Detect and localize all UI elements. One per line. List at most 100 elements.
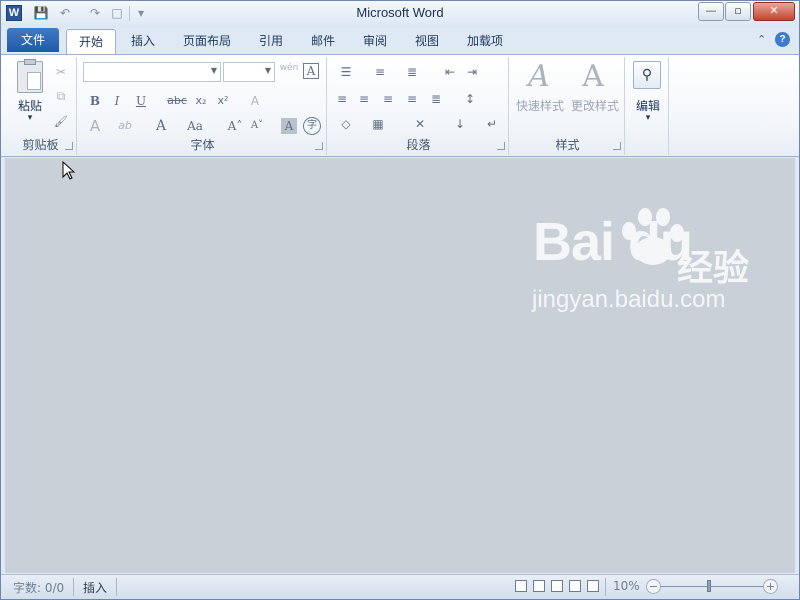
outline-view-icon[interactable]	[569, 580, 581, 592]
chevron-down-icon: ▼	[210, 66, 217, 75]
tab-home[interactable]: 开始	[66, 29, 116, 55]
tab-page-layout[interactable]: 页面布局	[175, 29, 239, 53]
watermark-logo-cn: 经验	[677, 248, 750, 289]
tab-mailings[interactable]: 邮件	[301, 29, 345, 53]
copy-icon[interactable]: ⧉	[53, 87, 69, 105]
zoom-level[interactable]: 10%	[613, 579, 640, 593]
minimize-ribbon-icon[interactable]: ⌃	[757, 33, 766, 46]
window-title: Microsoft Word	[356, 5, 444, 20]
quick-styles-button[interactable]: 快速样式	[513, 97, 567, 114]
character-shading-icon[interactable]: A	[281, 118, 297, 134]
grow-font-icon[interactable]: A˄	[225, 117, 245, 135]
increase-indent-icon[interactable]: ⇥	[463, 63, 481, 81]
strikethrough-button[interactable]: abc	[165, 92, 189, 110]
align-right-icon[interactable]: ≡	[379, 90, 397, 108]
chevron-down-icon: ▼	[264, 66, 271, 75]
zoom-slider[interactable]	[661, 586, 767, 587]
tab-insert[interactable]: 插入	[121, 29, 165, 53]
tab-view[interactable]: 视图	[405, 29, 449, 53]
word-window: W 💾 ↶ ↷ □ ▾ Microsoft Word — ▫ ✕ 文件 开始 插…	[0, 0, 800, 600]
line-spacing-icon[interactable]: ↕	[459, 90, 481, 108]
change-case-icon[interactable]: Aa	[183, 117, 207, 135]
group-clipboard: 粘贴 ▾ ✂ ⧉ 🖌 剪贴板	[5, 57, 77, 155]
change-styles-button[interactable]: 更改样式	[567, 97, 623, 114]
styles-group-label: 样式	[555, 138, 580, 152]
print-layout-view-icon[interactable]	[515, 580, 527, 592]
restore-button[interactable]: ▫	[725, 2, 751, 21]
web-layout-view-icon[interactable]	[551, 580, 563, 592]
clear-formatting-icon[interactable]: A	[245, 92, 265, 110]
font-color-icon[interactable]: A	[151, 117, 171, 135]
styles-dialog-launcher[interactable]	[613, 142, 621, 150]
font-dialog-launcher[interactable]	[315, 142, 323, 150]
highlight-color-icon[interactable]: ab	[115, 117, 135, 135]
sort-icon[interactable]: ↓	[451, 115, 469, 133]
zoom-out-button[interactable]: −	[646, 579, 661, 594]
close-button[interactable]: ✕	[753, 2, 795, 21]
group-styles: A 快速样式 A 更改样式 样式	[511, 57, 625, 155]
change-styles-icon[interactable]: A	[577, 59, 609, 94]
decrease-indent-icon[interactable]: ⇤	[441, 63, 459, 81]
tab-review[interactable]: 审阅	[353, 29, 397, 53]
status-separator	[116, 578, 117, 596]
numbering-icon[interactable]: ≡	[369, 63, 391, 81]
group-font: ▼ ▼ wén A B I U abc x₂ x² A A ab A Aa A˄…	[79, 57, 327, 155]
font-group-label: 字体	[190, 138, 215, 152]
justify-icon[interactable]: ≡	[403, 90, 421, 108]
tab-addins[interactable]: 加载项	[459, 29, 511, 53]
word-count[interactable]: 字数: 0/0	[13, 579, 64, 596]
subscript-button[interactable]: x₂	[191, 92, 211, 110]
quick-styles-icon[interactable]: A	[523, 59, 555, 94]
group-paragraph: ☰ ≡ ≣ ⇤ ⇥ ≡ ≡ ≡ ≡ ≣ ↕ ◇ ▦ ✕ ↓ ↵ 段落	[329, 57, 509, 155]
insert-mode[interactable]: 插入	[83, 579, 107, 596]
font-size-combobox[interactable]: ▼	[223, 62, 275, 82]
minimize-button[interactable]: —	[698, 2, 724, 21]
shading-icon[interactable]: ◇	[335, 115, 357, 133]
title-bar: W 💾 ↶ ↷ □ ▾ Microsoft Word — ▫ ✕	[1, 1, 799, 27]
editing-dropdown-arrow[interactable]: ▾	[629, 113, 667, 123]
ribbon-tabs: 文件 开始 插入 页面布局 引用 邮件 审阅 视图 加载项 ⌃ ?	[1, 27, 799, 55]
shrink-font-icon[interactable]: A˅	[247, 117, 267, 135]
align-center-icon[interactable]: ≡	[355, 90, 373, 108]
multilevel-list-icon[interactable]: ≣	[401, 63, 423, 81]
mouse-pointer-icon	[62, 161, 76, 180]
paste-icon[interactable]	[17, 59, 43, 93]
editing-button[interactable]: 编辑	[629, 97, 667, 114]
full-screen-reading-view-icon[interactable]	[533, 580, 545, 592]
italic-button[interactable]: I	[109, 92, 125, 110]
enclose-characters-icon[interactable]: 字	[303, 117, 321, 135]
zoom-in-button[interactable]: +	[763, 579, 778, 594]
draft-view-icon[interactable]	[587, 580, 599, 592]
binoculars-icon[interactable]: ⚲	[633, 61, 661, 89]
clipboard-dialog-launcher[interactable]	[65, 142, 73, 150]
character-border-icon[interactable]: A	[303, 63, 319, 79]
ribbon-home: 粘贴 ▾ ✂ ⧉ 🖌 剪贴板 ▼ ▼ wén A B I U abc x₂ x²…	[1, 54, 799, 157]
bullets-icon[interactable]: ☰	[335, 63, 357, 81]
help-icon[interactable]: ?	[775, 32, 790, 47]
status-separator	[605, 578, 606, 596]
bold-button[interactable]: B	[87, 92, 103, 110]
align-left-icon[interactable]: ≡	[333, 90, 351, 108]
paste-dropdown-arrow[interactable]: ▾	[11, 113, 49, 123]
group-editing: ⚲ 编辑 ▾	[627, 57, 669, 155]
status-bar: 字数: 0/0 插入 10% − +	[1, 574, 799, 599]
font-name-combobox[interactable]: ▼	[83, 62, 221, 82]
zoom-slider-thumb[interactable]	[707, 580, 711, 592]
paste-button[interactable]: 粘贴	[11, 97, 49, 114]
cut-icon[interactable]: ✂	[53, 63, 69, 81]
show-marks-icon[interactable]: ↵	[483, 115, 501, 133]
paragraph-dialog-launcher[interactable]	[497, 142, 505, 150]
superscript-button[interactable]: x²	[213, 92, 233, 110]
format-painter-icon[interactable]: 🖌	[53, 113, 69, 131]
text-effects-icon[interactable]: A	[85, 117, 105, 135]
underline-button[interactable]: U	[133, 92, 149, 110]
distributed-icon[interactable]: ≣	[427, 90, 445, 108]
watermark-logo: Bai du	[533, 212, 693, 272]
watermark-url: jingyan.baidu.com	[532, 286, 726, 313]
paragraph-group-label: 段落	[406, 138, 431, 152]
phonetic-guide-icon[interactable]: wén	[279, 63, 299, 81]
chinese-layout-icon[interactable]: ✕	[409, 115, 431, 133]
borders-icon[interactable]: ▦	[367, 115, 389, 133]
tab-references[interactable]: 引用	[249, 29, 293, 53]
tab-file[interactable]: 文件	[7, 28, 59, 52]
